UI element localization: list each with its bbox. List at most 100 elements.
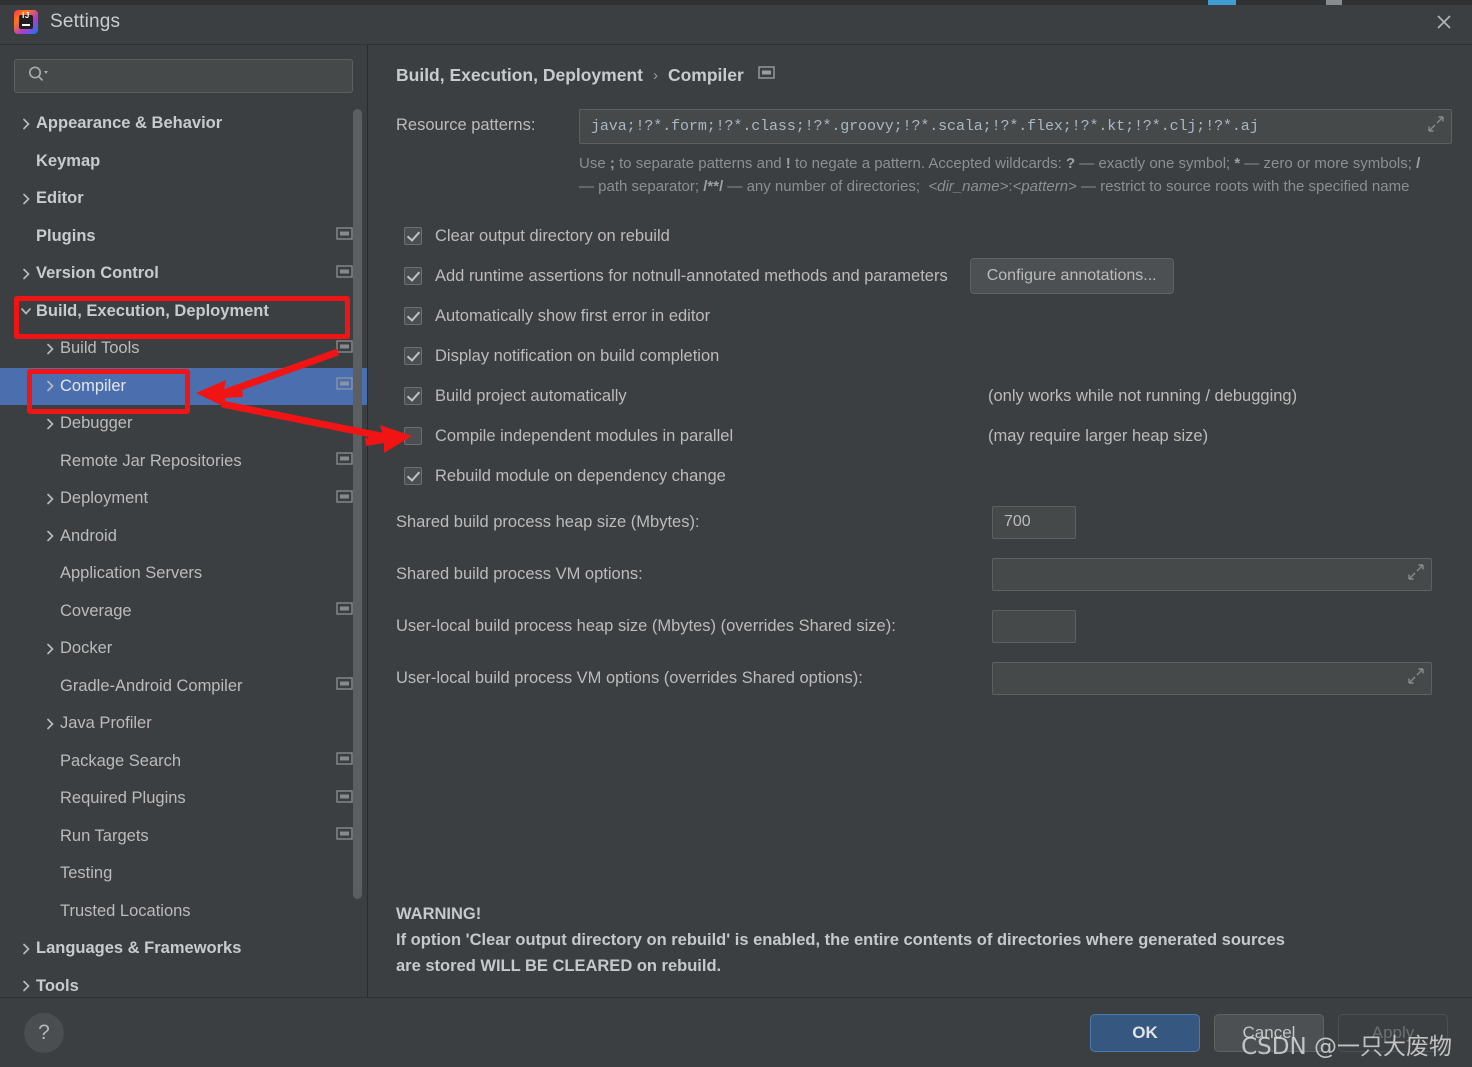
input-field[interactable] <box>1002 616 1066 636</box>
sidebar-item-label: Package Search <box>60 751 182 770</box>
project-scope-icon <box>336 451 353 471</box>
search-input[interactable] <box>51 67 344 85</box>
chevron-right-icon[interactable] <box>40 342 60 356</box>
project-scope-icon <box>336 339 353 359</box>
checkbox-label[interactable]: Add runtime assertions for notnull-annot… <box>435 267 948 286</box>
sidebar-item-compiler[interactable]: Compiler <box>0 367 367 405</box>
sidebar-item-deployment[interactable]: Deployment <box>0 480 367 518</box>
checkbox-label[interactable]: Display notification on build completion <box>435 347 719 366</box>
sidebar-item-label: Application Servers <box>60 564 203 583</box>
sidebar-item-label: Plugins <box>36 226 96 245</box>
settings-main-pane: Build, Execution, Deployment › Compiler <box>368 45 1472 997</box>
input-field[interactable] <box>1002 512 1066 532</box>
settings-sidebar: Appearance & Behavior Keymap Editor Plugins… <box>0 45 368 997</box>
compiler-fields-list: Shared build process heap size (Mbytes):… <box>396 496 1452 704</box>
expand-editor-icon[interactable] <box>1427 115 1445 138</box>
expand-editor-icon[interactable] <box>1407 563 1425 586</box>
breadcrumb-separator-icon: › <box>652 66 658 84</box>
sidebar-item-application-servers[interactable]: Application Servers <box>0 555 367 593</box>
chevron-right-icon[interactable] <box>40 529 60 543</box>
sidebar-item-required-plugins[interactable]: Required Plugins <box>0 780 367 818</box>
chevron-right-icon[interactable] <box>40 492 60 506</box>
sidebar-item-build-execution-deployment[interactable]: Build, Execution, Deployment <box>0 293 367 331</box>
input-field[interactable] <box>1002 668 1403 688</box>
chevron-right-icon[interactable] <box>16 192 36 206</box>
sidebar-item-trusted-locations[interactable]: Trusted Locations <box>0 893 367 931</box>
configure-annotations-button[interactable]: Configure annotations... <box>969 258 1174 294</box>
project-scope-icon <box>336 676 353 696</box>
checkbox-clear-output-directory-on-rebuild[interactable] <box>404 227 422 245</box>
input-shared-build-process-vm-options[interactable] <box>992 557 1432 591</box>
search-icon <box>27 65 49 88</box>
checkbox-label[interactable]: Automatically show first error in editor <box>435 307 710 326</box>
breadcrumb-root[interactable]: Build, Execution, Deployment <box>396 65 643 86</box>
expand-editor-icon[interactable] <box>1407 667 1425 690</box>
close-icon[interactable] <box>1416 0 1472 43</box>
warning-line-2: are stored WILL BE CLEARED on rebuild. <box>396 957 722 975</box>
sidebar-item-coverage[interactable]: Coverage <box>0 593 367 631</box>
sidebar-item-keymap[interactable]: Keymap <box>0 143 367 181</box>
chevron-right-icon[interactable] <box>40 717 60 731</box>
checkbox-label[interactable]: Clear output directory on rebuild <box>435 227 670 246</box>
sidebar-item-build-tools[interactable]: Build Tools <box>0 330 367 368</box>
checkbox-rebuild-module-on-dependency-change[interactable] <box>404 467 422 485</box>
cancel-button[interactable]: Cancel <box>1214 1013 1324 1052</box>
checkbox-build-project-automatically[interactable] <box>404 387 422 405</box>
option-row: Compile independent modules in parallel (… <box>396 416 1452 456</box>
sidebar-item-appearance-behavior[interactable]: Appearance & Behavior <box>0 105 367 143</box>
checkbox-display-notification-on-build-completion[interactable] <box>404 347 422 365</box>
sidebar-item-package-search[interactable]: Package Search <box>0 743 367 781</box>
project-scope-icon <box>336 264 353 284</box>
sidebar-item-docker[interactable]: Docker <box>0 630 367 668</box>
compiler-settings-pane: Resource patterns: Use ; to separate pat… <box>368 85 1472 997</box>
checkbox-automatically-show-first-error-in-editor[interactable] <box>404 307 422 325</box>
sidebar-item-gradle-android-compiler[interactable]: Gradle-Android Compiler <box>0 668 367 706</box>
window-top-edge <box>0 0 1472 5</box>
option-row: Add runtime assertions for notnull-annot… <box>396 256 1452 296</box>
sidebar-scrollbar[interactable] <box>353 109 362 961</box>
sidebar-item-remote-jar-repositories[interactable]: Remote Jar Repositories <box>0 443 367 481</box>
input-shared-build-process-heap-size-mbytes[interactable] <box>992 505 1076 539</box>
ok-button[interactable]: OK <box>1090 1013 1200 1052</box>
input-user-local-build-process-heap-size-mbytes-overrides-shared-size[interactable] <box>992 609 1076 643</box>
sidebar-item-label: Gradle-Android Compiler <box>60 676 243 695</box>
sidebar-item-debugger[interactable]: Debugger <box>0 405 367 443</box>
chevron-right-icon[interactable] <box>16 267 36 281</box>
footer-buttons: OK Cancel Apply <box>1090 1013 1448 1052</box>
chevron-right-icon[interactable] <box>16 979 36 993</box>
sidebar-item-languages-frameworks[interactable]: Languages & Frameworks <box>0 930 367 968</box>
chevron-right-icon[interactable] <box>16 117 36 131</box>
sidebar-item-label: Debugger <box>60 414 133 433</box>
checkbox-compile-independent-modules-in-parallel[interactable] <box>404 427 422 445</box>
project-scope-icon <box>336 789 353 809</box>
chevron-right-icon[interactable] <box>40 642 60 656</box>
sidebar-item-testing[interactable]: Testing <box>0 855 367 893</box>
checkbox-label[interactable]: Build project automatically <box>435 387 627 406</box>
sidebar-item-tools[interactable]: Tools <box>0 968 367 998</box>
settings-dialog: IJ Settings Appearance & Behavior Keymap… <box>0 0 1472 1067</box>
sidebar-item-plugins[interactable]: Plugins <box>0 218 367 256</box>
checkbox-label[interactable]: Rebuild module on dependency change <box>435 467 726 486</box>
checkbox-add-runtime-assertions-for-notnull-annotated-methods-and-parameters[interactable] <box>404 267 422 285</box>
search-box[interactable] <box>14 59 353 93</box>
sidebar-item-version-control[interactable]: Version Control <box>0 255 367 293</box>
resource-patterns-input[interactable] <box>589 117 1423 136</box>
resource-patterns-field[interactable] <box>579 109 1452 144</box>
sidebar-item-java-profiler[interactable]: Java Profiler <box>0 705 367 743</box>
option-row: Rebuild module on dependency change <box>396 456 1452 496</box>
checkbox-label[interactable]: Compile independent modules in parallel <box>435 427 733 446</box>
chevron-down-icon[interactable] <box>16 304 36 318</box>
sidebar-item-editor[interactable]: Editor <box>0 180 367 218</box>
input-user-local-build-process-vm-options-overrides-shared-options[interactable] <box>992 661 1432 695</box>
sidebar-item-run-targets[interactable]: Run Targets <box>0 818 367 856</box>
chevron-right-icon[interactable] <box>16 942 36 956</box>
field-label: User-local build process VM options (ove… <box>396 668 863 687</box>
breadcrumb-leaf: Compiler <box>667 64 744 85</box>
settings-tree[interactable]: Appearance & Behavior Keymap Editor Plugins… <box>0 103 367 997</box>
input-field[interactable] <box>1002 564 1403 584</box>
chevron-right-icon[interactable] <box>40 417 60 431</box>
chevron-right-icon[interactable] <box>40 379 60 393</box>
sidebar-item-label: Required Plugins <box>60 789 186 808</box>
sidebar-item-android[interactable]: Android <box>0 518 367 556</box>
help-button[interactable]: ? <box>24 1012 64 1053</box>
